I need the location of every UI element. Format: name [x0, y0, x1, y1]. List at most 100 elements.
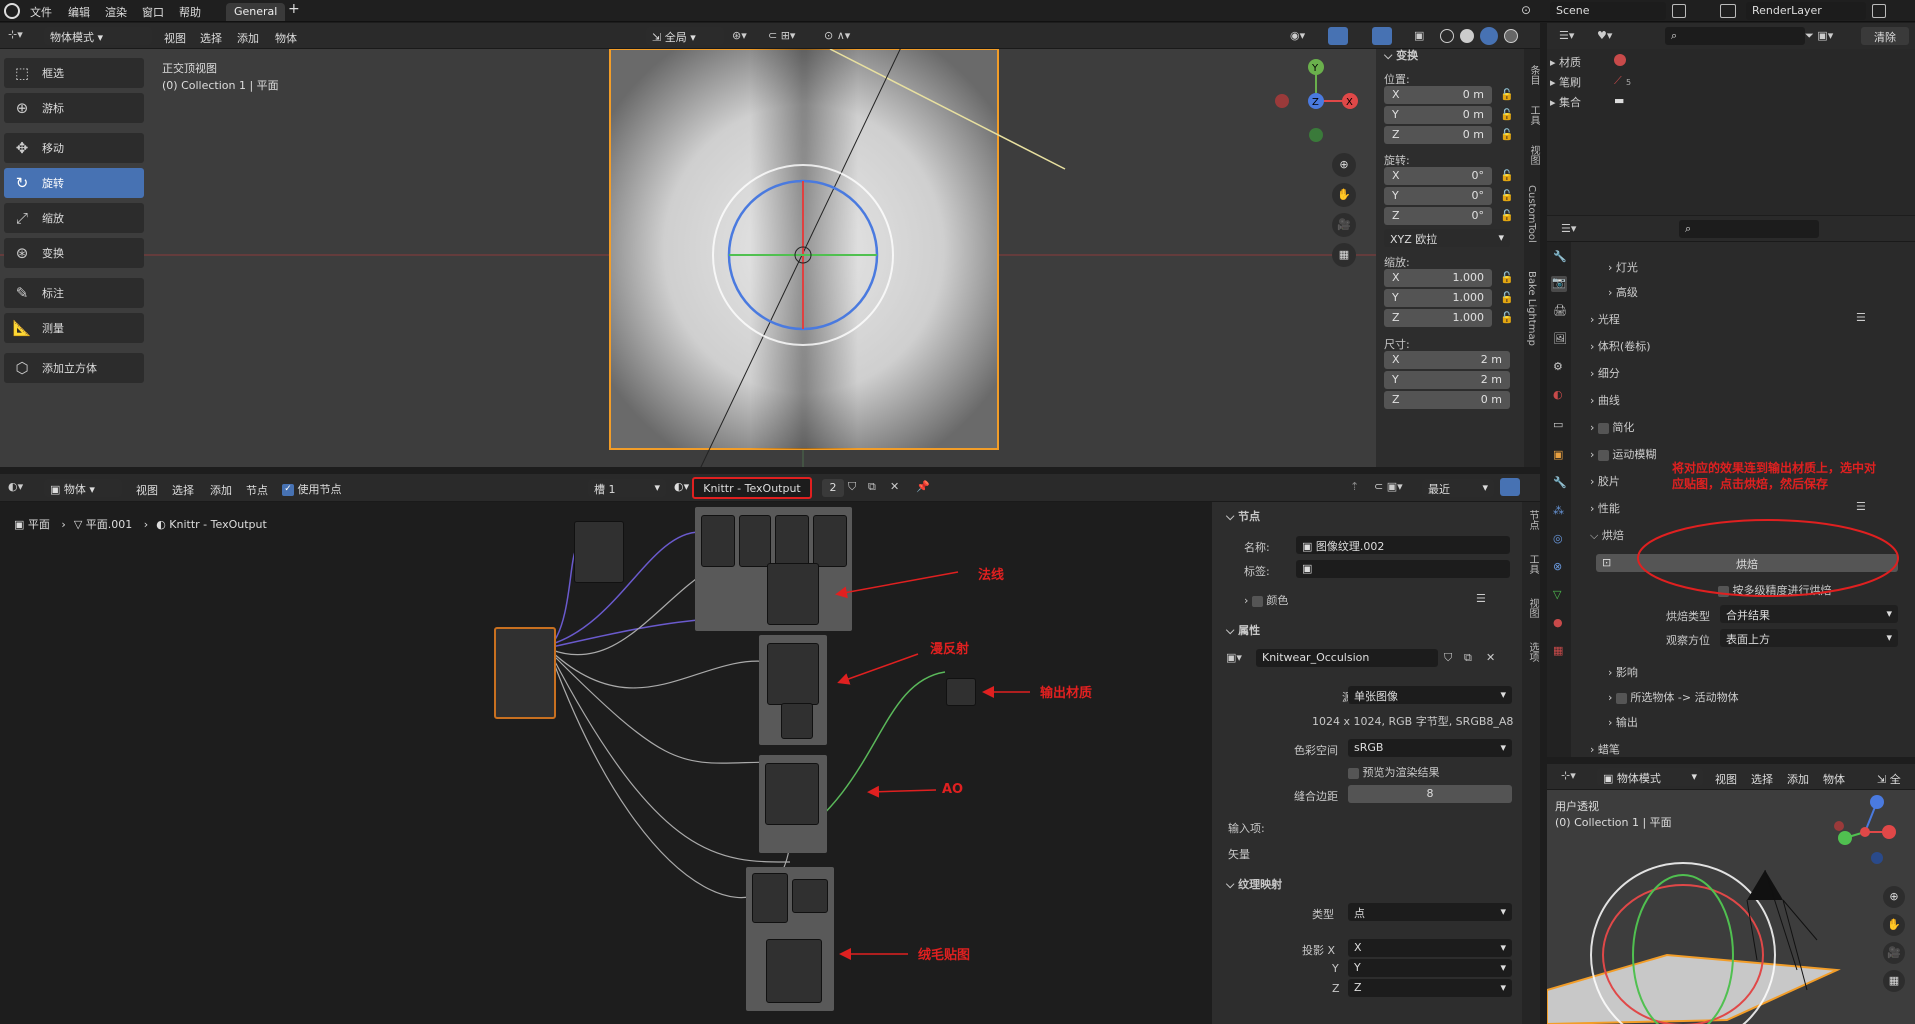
section-performance[interactable]: › 性能 ☰	[1590, 500, 1866, 516]
tool-scale[interactable]: ⤢ 缩放	[4, 203, 144, 233]
menu-help[interactable]: 帮助	[179, 4, 201, 20]
lock-icon[interactable]: 🔓	[1500, 169, 1514, 183]
source-select[interactable]: 单张图像 ▾	[1348, 686, 1512, 704]
projection-z-select[interactable]: Z ▾	[1348, 979, 1512, 997]
lock-icon[interactable]: 🔓	[1500, 271, 1514, 285]
node-name-field[interactable]: ▣ 图像纹理.002	[1296, 536, 1510, 554]
tab-customtool[interactable]: CustomTool	[1526, 185, 1537, 243]
mini-menu-view[interactable]: 视图	[1715, 771, 1737, 787]
material-browse-icon[interactable]: ◐▾	[674, 480, 689, 493]
tool-rotate[interactable]: ↻ 旋转	[4, 168, 144, 198]
colorspace-select[interactable]: sRGB ▾	[1348, 739, 1512, 757]
zoom-icon[interactable]: ⊕	[1332, 153, 1356, 177]
dimension-z[interactable]: Z 0 m	[1384, 391, 1510, 409]
subsection-selected-to-active[interactable]: › 所选物体 -> 活动物体	[1608, 689, 1739, 705]
node-label-field[interactable]: ▣	[1296, 560, 1510, 578]
image-name-field[interactable]: Knitwear_Occulsion	[1256, 649, 1438, 667]
prop-row-lights[interactable]: › 灯光	[1608, 259, 1638, 275]
new-image-icon[interactable]: ⧉	[1464, 651, 1472, 665]
filter-icon[interactable]: ⏷ ▣▾	[1805, 29, 1833, 43]
dimension-y[interactable]: Y 2 m	[1384, 371, 1510, 389]
section-subdivision[interactable]: › 细分	[1590, 365, 1620, 381]
lock-icon[interactable]: 🔓	[1500, 189, 1514, 203]
projection-y-select[interactable]: Y ▾	[1348, 959, 1512, 977]
subsection-influence[interactable]: › 影响	[1608, 664, 1638, 680]
tab-view[interactable]: 视图	[1525, 598, 1540, 618]
prop-row-advanced[interactable]: › 高级	[1608, 284, 1638, 300]
tab-options[interactable]: 选项	[1525, 642, 1540, 662]
margin-field[interactable]: 8	[1348, 785, 1512, 803]
tool-transform[interactable]: ⊛ 变换	[4, 238, 144, 268]
node-menu-select[interactable]: 选择	[172, 482, 194, 498]
menu-render[interactable]: 渲染	[105, 4, 127, 20]
snap-icon[interactable]: ⊂ ⊞▾	[768, 29, 795, 42]
mini-3d-viewport[interactable]: 用户透视 (0) Collection 1 | 平面 ⊕ ✋ 🎥 ▦	[1547, 790, 1915, 1024]
mini-camera-view-icon[interactable]: 🎥	[1883, 942, 1905, 964]
texture-tab-icon[interactable]: ▦	[1553, 644, 1563, 657]
shading-wire-icon[interactable]	[1440, 29, 1454, 43]
tool-measure[interactable]: 📐 测量	[4, 313, 144, 343]
editor-type-icon[interactable]: ⊹▾	[8, 28, 28, 44]
node-editor-type-icon[interactable]: ◐▾	[8, 480, 23, 493]
3d-viewport[interactable]: 正交顶视图 (0) Collection 1 | 平面 ⬚ 框选 ⊕ 游标 ✥ 移动 …	[0, 49, 1540, 467]
props-section-header[interactable]: ⌵ 属性	[1226, 622, 1260, 638]
tool-tab-icon[interactable]: 🔧	[1553, 250, 1567, 263]
pan-hand-icon[interactable]: ✋	[1332, 183, 1356, 207]
scene-icon[interactable]: ⊙	[1521, 3, 1545, 19]
color-subsection[interactable]: › 颜色	[1244, 592, 1288, 608]
location-y[interactable]: Y 0 m	[1384, 106, 1492, 124]
camera-view-icon[interactable]: 🎥	[1332, 213, 1356, 237]
node-section-header[interactable]: ⌵ 节点	[1226, 508, 1260, 524]
section-bake[interactable]: ⌵ 烘焙	[1590, 527, 1624, 543]
new-layer-icon[interactable]	[1872, 4, 1886, 18]
fake-user-shield-icon[interactable]: ⛉	[1444, 651, 1452, 665]
outliner-search[interactable]: ⌕	[1665, 27, 1805, 45]
tab-bake-lightmap[interactable]: Bake Lightmap	[1526, 271, 1537, 346]
parent-node-tree-icon[interactable]: ⇡	[1350, 480, 1359, 493]
node-mode-select[interactable]: ▣ 物体 ▾	[44, 479, 122, 497]
checkbox-icon[interactable]	[1597, 449, 1609, 461]
tab-item[interactable]: 条目	[1526, 65, 1541, 85]
mini-navigation-gizmo[interactable]	[1825, 792, 1905, 872]
section-grease-pencil[interactable]: › 蜡笔	[1590, 741, 1620, 757]
scale-z[interactable]: Z 1.000	[1384, 309, 1492, 327]
material-name-field[interactable]: Knittr - TexOutput	[692, 477, 812, 499]
tab-tool[interactable]: 工具	[1526, 105, 1541, 125]
mode-selector[interactable]: 物体模式 ▾	[44, 27, 152, 45]
lock-icon[interactable]: 🔓	[1500, 291, 1514, 305]
fake-user-shield-icon[interactable]: ⛉	[848, 480, 856, 494]
tool-move[interactable]: ✥ 移动	[4, 133, 144, 163]
tool-add-cube[interactable]: ⬡ 添加立方体	[4, 353, 144, 383]
pivot-icon[interactable]: ⊛▾	[732, 29, 747, 42]
outliner-editor-icon[interactable]: ☰▾	[1559, 29, 1574, 42]
tool-cursor[interactable]: ⊕ 游标	[4, 93, 144, 123]
visibility-icon[interactable]: ◉▾	[1290, 29, 1305, 42]
scale-y[interactable]: Y 1.000	[1384, 289, 1492, 307]
outliner-item-brushes[interactable]: ▸ 笔刷 ⟋ 5	[1550, 74, 1631, 90]
xray-icon[interactable]: ▣	[1414, 29, 1424, 42]
lock-icon[interactable]: 🔓	[1500, 88, 1514, 102]
section-volume[interactable]: › 体积(卷标)	[1590, 338, 1651, 354]
modifier-tab-icon[interactable]: 🔧	[1553, 476, 1567, 489]
unlink-image-icon[interactable]: ✕	[1486, 651, 1495, 664]
section-motion-blur[interactable]: › 运动模糊	[1590, 446, 1656, 462]
section-curves[interactable]: › 曲线	[1590, 392, 1620, 408]
shading-material-icon[interactable]	[1480, 27, 1498, 45]
display-mode-icon[interactable]: ♥▾	[1597, 29, 1612, 42]
mini-pan-hand-icon[interactable]: ✋	[1883, 914, 1905, 936]
projection-x-select[interactable]: X ▾	[1348, 939, 1512, 957]
checkbox-icon[interactable]	[1615, 692, 1627, 704]
menu-view[interactable]: 视图	[164, 30, 186, 46]
tool-annotate[interactable]: ✎ 标注	[4, 278, 144, 308]
shading-render-icon[interactable]	[1504, 29, 1518, 43]
list-icon[interactable]: ☰	[1476, 592, 1486, 605]
properties-editor-icon[interactable]: ☰▾	[1561, 222, 1576, 235]
rotation-mode-select[interactable]: XYZ 欧拉 ▾	[1384, 229, 1510, 247]
preview-toggle[interactable]: 预览为渲染结果	[1348, 764, 1440, 780]
view-layer-tab-icon[interactable]: 🖼	[1553, 332, 1567, 345]
collection-tab-icon[interactable]: ▭	[1553, 418, 1563, 431]
mapping-section-header[interactable]: ⌵ 纹理映射	[1226, 876, 1282, 892]
dimension-x[interactable]: X 2 m	[1384, 351, 1510, 369]
physics-tab-icon[interactable]: ◎	[1553, 532, 1563, 545]
add-workspace-button[interactable]: +	[288, 1, 300, 17]
